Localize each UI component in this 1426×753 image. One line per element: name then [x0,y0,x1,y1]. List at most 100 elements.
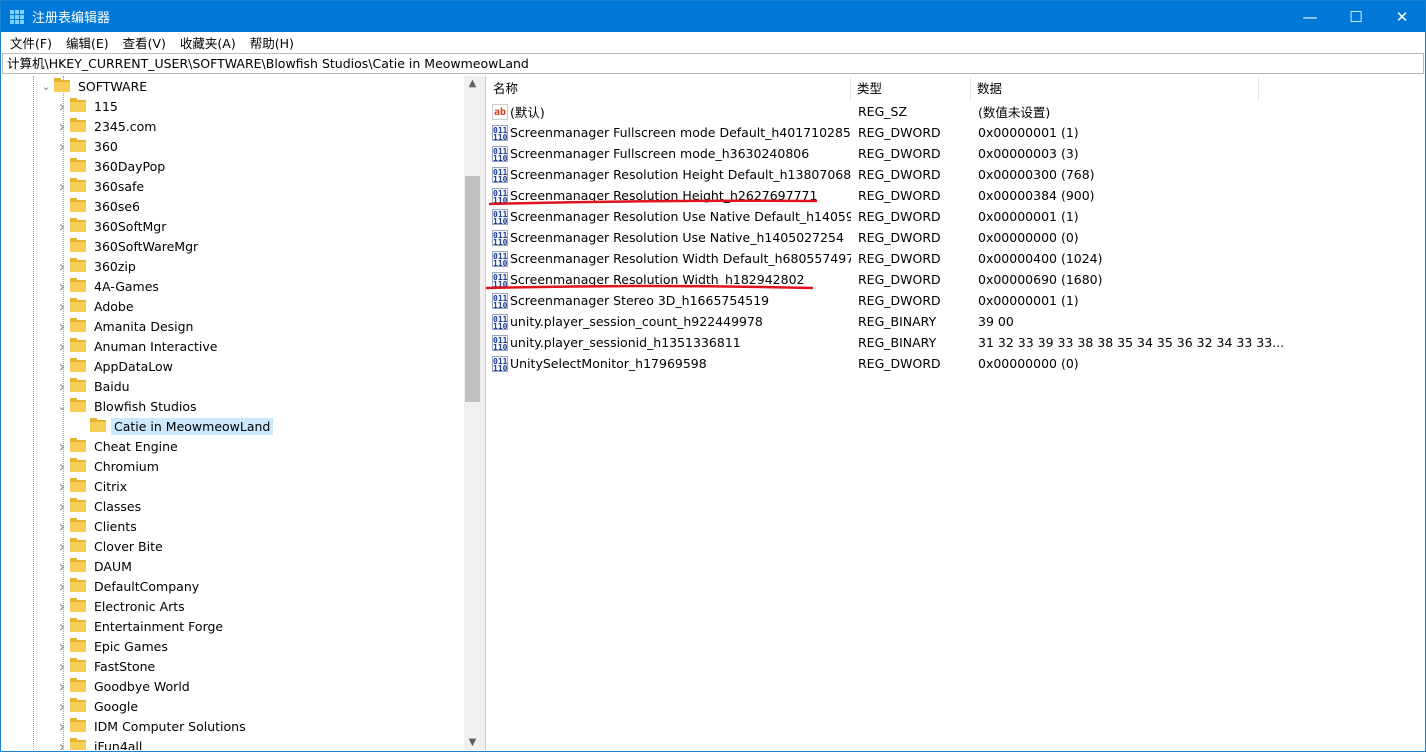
scroll-up-icon[interactable]: ▲ [464,78,481,89]
tree-item[interactable]: › Baidu [54,376,133,396]
tree-item[interactable]: › FastStone [54,656,158,676]
chevron-right-icon[interactable]: › [54,617,70,636]
chevron-right-icon[interactable]: › [54,557,70,576]
value-row[interactable]: ab (默认) REG_SZ (数值未设置) [487,101,1050,122]
chevron-right-icon[interactable]: › [54,737,70,751]
tree-item[interactable]: › Google [54,696,141,716]
address-bar[interactable]: 计算机\HKEY_CURRENT_USER\SOFTWARE\Blowfish … [2,53,1424,74]
maximize-button[interactable]: ☐ [1333,1,1379,32]
chevron-right-icon[interactable]: › [54,297,70,316]
value-row[interactable]: 011 110 UnitySelectMonitor_h17969598 REG_DW… [487,353,1079,374]
menu-help[interactable]: 帮助(H) [243,33,301,52]
value-row[interactable]: 011 110 Screenmanager Resolution Use Nativ… [487,206,1079,227]
tree-item[interactable]: › Epic Games [54,636,171,656]
value-row[interactable]: 011 110 Screenmanager Resolution Height De… [487,164,1095,185]
tree-item[interactable]: › 115 [54,96,121,116]
chevron-right-icon[interactable]: › [54,597,70,616]
value-row[interactable]: 011 110 Screenmanager Resolution Width_h18… [487,269,1103,290]
value-data: 0x00000003 (3) [978,146,1079,161]
tree-scrollbar[interactable]: ▲ ▼ [464,76,481,750]
tree-item[interactable]: › Clients [54,516,140,536]
tree-item[interactable]: › IDM Computer Solutions [54,716,249,736]
chevron-right-icon[interactable]: › [54,257,70,276]
chevron-right-icon[interactable]: › [54,377,70,396]
tree-item[interactable]: › iFun4all [54,736,145,750]
minimize-button[interactable]: — [1287,1,1333,32]
tree-item[interactable]: › 4A-Games [54,276,162,296]
tree-item[interactable]: › 360 [54,136,121,156]
tree-item[interactable]: › Goodbye World [54,676,193,696]
tree-item[interactable]: › 360SoftMgr [54,216,169,236]
value-row[interactable]: 011 110 Screenmanager Resolution Height_h2… [487,185,1095,206]
value-row[interactable]: 011 110 unity.player_session_count_h922449… [487,311,1014,332]
chevron-right-icon[interactable]: › [54,117,70,136]
column-header-name[interactable]: 名称 [487,78,851,100]
tree-item[interactable]: › Chromium [54,456,162,476]
tree-item[interactable]: › 360safe [54,176,147,196]
scroll-down-icon[interactable]: ▼ [464,737,481,748]
tree-item[interactable]: 360SoftWareMgr [54,236,201,256]
chevron-right-icon[interactable]: › [54,717,70,736]
tree-item[interactable]: › Amanita Design [54,316,196,336]
tree-item[interactable]: › Cheat Engine [54,436,181,456]
tree-item[interactable]: Catie in MeowmeowLand [74,416,274,436]
value-row[interactable]: 011 110 Screenmanager Stereo 3D_h166575451… [487,290,1079,311]
tree-item[interactable]: › 2345.com [54,116,159,136]
tree-item[interactable]: › Citrix [54,476,130,496]
folder-icon [70,158,86,172]
chevron-right-icon[interactable]: › [54,457,70,476]
chevron-right-icon[interactable]: › [54,217,70,236]
tree-item[interactable]: › Classes [54,496,144,516]
chevron-right-icon[interactable]: › [54,497,70,516]
menu-favorites[interactable]: 收藏夹(A) [173,33,243,52]
value-row[interactable]: 011 110 Screenmanager Fullscreen mode_h363… [487,143,1079,164]
close-button[interactable]: ✕ [1379,1,1425,32]
tree-item[interactable]: › Clover Bite [54,536,166,556]
chevron-right-icon[interactable]: › [54,477,70,496]
tree-item[interactable]: › 360zip [54,256,139,276]
chevron-right-icon[interactable]: › [54,517,70,536]
column-header-type[interactable]: 类型 [851,78,971,100]
chevron-down-icon[interactable]: ⌄ [38,80,54,93]
chevron-right-icon[interactable]: › [54,437,70,456]
value-row[interactable]: 011 110 Screenmanager Resolution Use Nativ… [487,227,1079,248]
tree-item[interactable]: › Adobe [54,296,137,316]
tree-item[interactable]: 360DayPop [54,156,168,176]
menu-view[interactable]: 查看(V) [116,33,173,52]
pane-splitter[interactable] [481,76,486,750]
column-header-data[interactable]: 数据 [971,78,1259,100]
menu-file[interactable]: 文件(F) [3,33,59,52]
tree-item-software[interactable]: ⌄ SOFTWARE [38,76,150,96]
tree-item[interactable]: 360se6 [54,196,143,216]
value-row[interactable]: 011 110 Screenmanager Resolution Width Def… [487,248,1103,269]
chevron-right-icon[interactable]: › [54,657,70,676]
tree-item[interactable]: › Anuman Interactive [54,336,220,356]
scrollbar-thumb[interactable] [465,176,480,402]
chevron-right-icon[interactable]: › [54,637,70,656]
chevron-right-icon[interactable]: › [54,697,70,716]
chevron-right-icon[interactable]: › [54,277,70,296]
tree-item[interactable]: › Entertainment Forge [54,616,226,636]
tree-item-label: Google [94,698,139,714]
chevron-right-icon[interactable]: › [54,537,70,556]
chevron-down-icon[interactable]: ⌄ [54,400,70,413]
chevron-right-icon[interactable]: › [54,577,70,596]
chevron-right-icon[interactable]: › [54,317,70,336]
chevron-right-icon[interactable]: › [54,97,70,116]
chevron-right-icon[interactable]: › [54,177,70,196]
tree-item[interactable]: › Electronic Arts [54,596,188,616]
chevron-right-icon[interactable]: › [54,357,70,376]
chevron-right-icon[interactable]: › [54,677,70,696]
tree-item[interactable]: › DAUM [54,556,135,576]
binary-value-icon: 011 110 [492,355,508,372]
folder-icon [70,498,86,512]
tree-item[interactable]: › AppDataLow [54,356,176,376]
chevron-right-icon[interactable]: › [54,337,70,356]
menu-edit[interactable]: 编辑(E) [59,33,116,52]
folder-icon [70,738,86,750]
tree-item[interactable]: ⌄ Blowfish Studios [54,396,200,416]
chevron-right-icon[interactable]: › [54,137,70,156]
value-row[interactable]: 011 110 unity.player_sessionid_h1351336811… [487,332,1284,353]
value-row[interactable]: 011 110 Screenmanager Fullscreen mode Defa… [487,122,1079,143]
tree-item[interactable]: › DefaultCompany [54,576,202,596]
